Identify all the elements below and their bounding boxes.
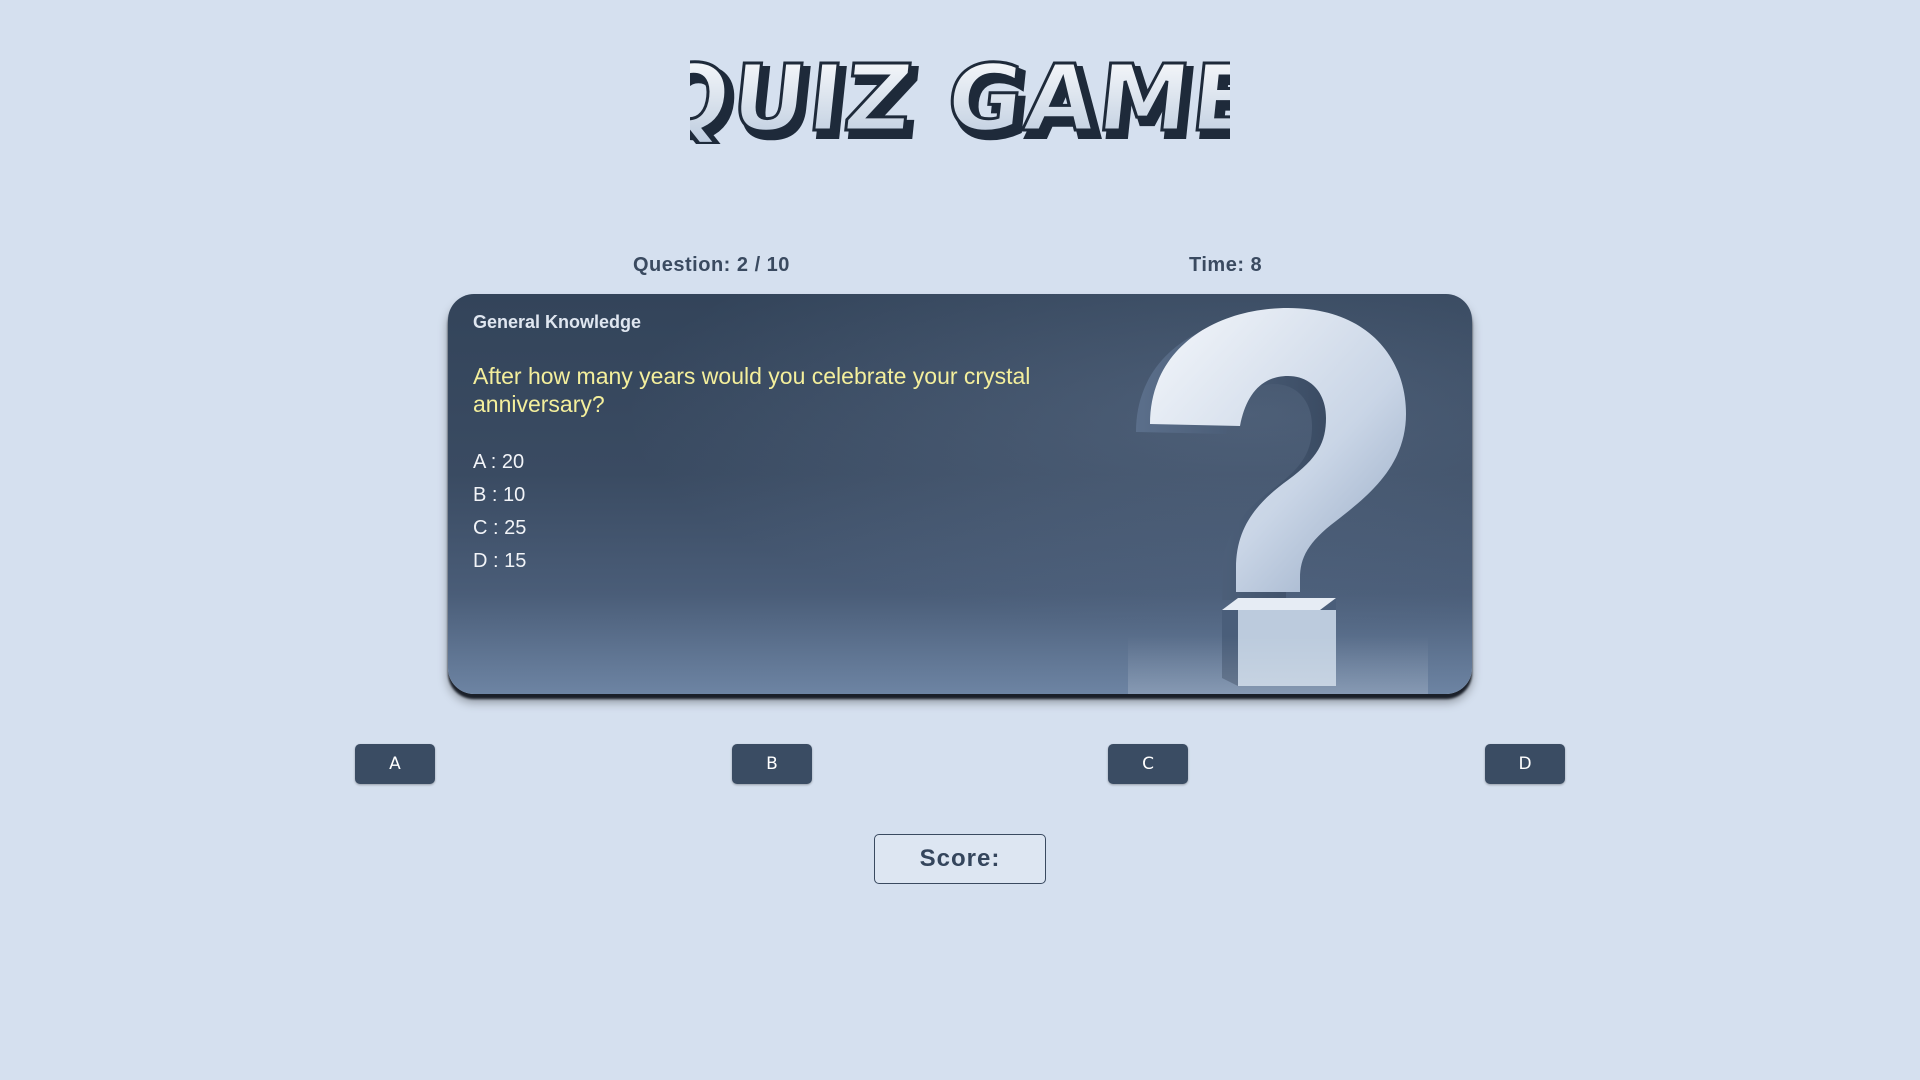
timer: Time: 8 bbox=[1189, 254, 1263, 276]
question-counter: Question: 2 / 10 bbox=[633, 254, 790, 276]
answer-a-button[interactable]: A bbox=[355, 744, 435, 784]
quiz-page: QUIZ GAME QUIZ GAME Question: 2 / 10 Tim… bbox=[0, 0, 1920, 1080]
quiz-game-logo: QUIZ GAME QUIZ GAME bbox=[0, 44, 1920, 149]
score-display: Score: bbox=[874, 834, 1046, 884]
options-list: A : 20 B : 10 C : 25 D : 15 bbox=[473, 446, 526, 578]
status-row: Question: 2 / 10 Time: 8 bbox=[0, 254, 1920, 280]
option-d: D : 15 bbox=[473, 550, 527, 572]
category-label: General Knowledge bbox=[473, 312, 642, 332]
logo-text: QUIZ GAME bbox=[690, 44, 1230, 144]
question-text: After how many years would you celebrate… bbox=[473, 363, 1031, 417]
option-b: B : 10 bbox=[473, 484, 526, 506]
answer-c-button[interactable]: C bbox=[1108, 744, 1188, 784]
option-a: A : 20 bbox=[473, 451, 525, 473]
question-card: General Knowledge After how many years w… bbox=[448, 294, 1472, 694]
option-c: C : 25 bbox=[473, 517, 527, 539]
answer-b-button[interactable]: B bbox=[732, 744, 812, 784]
answer-d-button[interactable]: D bbox=[1485, 744, 1565, 784]
question-mark-icon bbox=[1128, 308, 1428, 694]
